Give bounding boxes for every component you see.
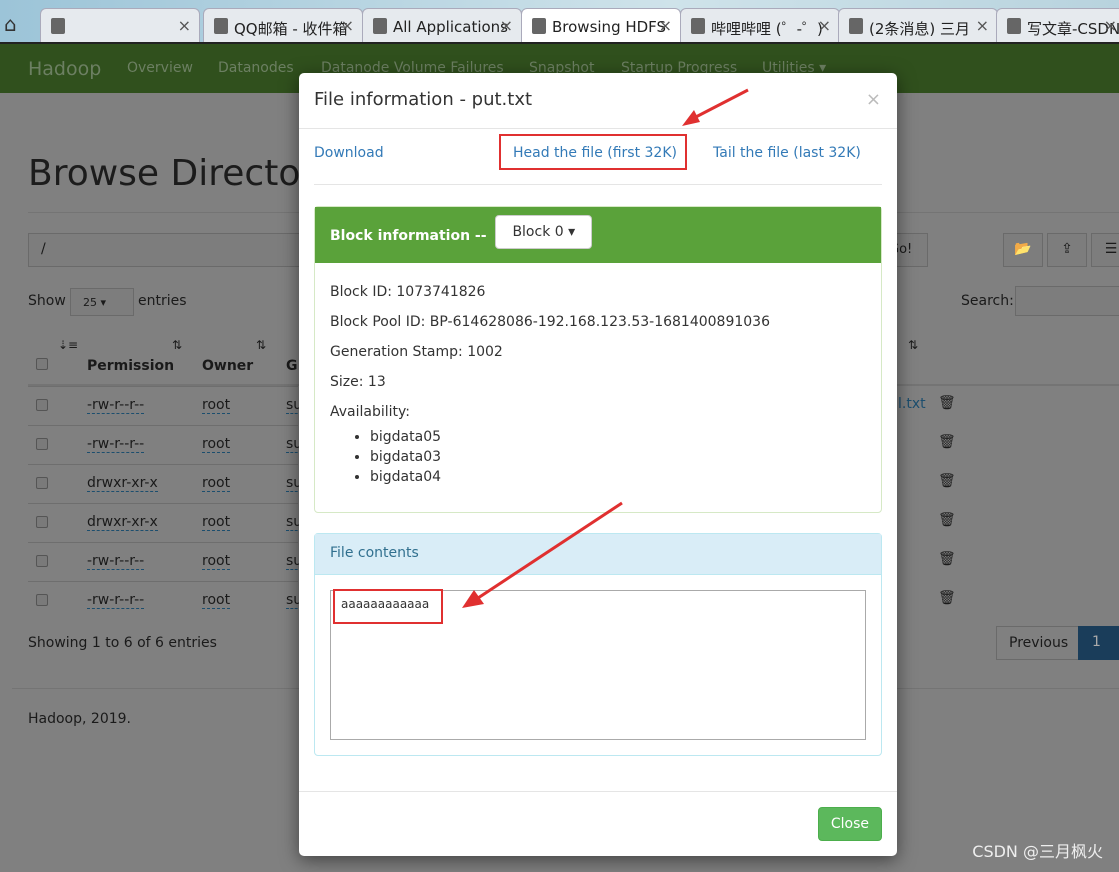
annotation-arrowhead [462,590,484,608]
annotation-arrow [474,501,623,602]
annotation-arrows [462,88,749,608]
watermark: CSDN @三月枫火 [972,842,1103,861]
annotation-arrowhead [682,110,700,126]
annotation-arrow [689,88,749,122]
